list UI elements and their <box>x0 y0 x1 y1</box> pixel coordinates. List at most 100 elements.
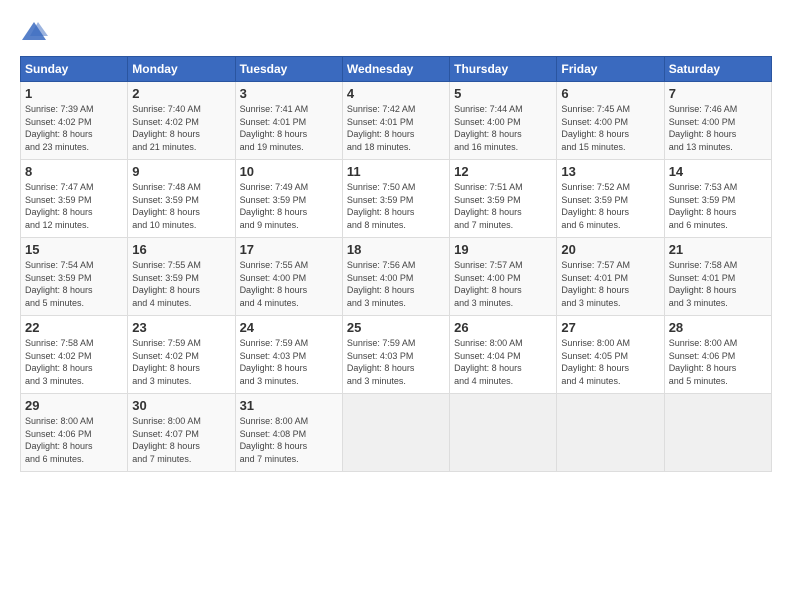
day-number: 3 <box>240 86 338 101</box>
day-info: Sunrise: 7:42 AM Sunset: 4:01 PM Dayligh… <box>347 103 445 153</box>
calendar-cell: 3 Sunrise: 7:41 AM Sunset: 4:01 PM Daylig… <box>235 82 342 160</box>
calendar-cell: 27 Sunrise: 8:00 AM Sunset: 4:05 PM Dayli… <box>557 316 664 394</box>
col-header-friday: Friday <box>557 57 664 82</box>
calendar-cell <box>342 394 449 472</box>
day-number: 19 <box>454 242 552 257</box>
day-info: Sunrise: 7:58 AM Sunset: 4:01 PM Dayligh… <box>669 259 767 309</box>
col-header-saturday: Saturday <box>664 57 771 82</box>
day-info: Sunrise: 7:39 AM Sunset: 4:02 PM Dayligh… <box>25 103 123 153</box>
day-number: 23 <box>132 320 230 335</box>
day-number: 26 <box>454 320 552 335</box>
day-info: Sunrise: 8:00 AM Sunset: 4:07 PM Dayligh… <box>132 415 230 465</box>
calendar-cell: 28 Sunrise: 8:00 AM Sunset: 4:06 PM Dayli… <box>664 316 771 394</box>
day-info: Sunrise: 7:55 AM Sunset: 4:00 PM Dayligh… <box>240 259 338 309</box>
day-number: 8 <box>25 164 123 179</box>
day-info: Sunrise: 7:58 AM Sunset: 4:02 PM Dayligh… <box>25 337 123 387</box>
day-number: 11 <box>347 164 445 179</box>
calendar-cell: 30 Sunrise: 8:00 AM Sunset: 4:07 PM Dayli… <box>128 394 235 472</box>
week-row-4: 22 Sunrise: 7:58 AM Sunset: 4:02 PM Dayli… <box>21 316 772 394</box>
day-info: Sunrise: 7:48 AM Sunset: 3:59 PM Dayligh… <box>132 181 230 231</box>
col-header-monday: Monday <box>128 57 235 82</box>
day-info: Sunrise: 7:55 AM Sunset: 3:59 PM Dayligh… <box>132 259 230 309</box>
calendar-cell: 4Sunrise: 7:42 AM Sunset: 4:01 PM Daylig… <box>342 82 449 160</box>
calendar-cell: 6 Sunrise: 7:45 AM Sunset: 4:00 PM Daylig… <box>557 82 664 160</box>
day-number: 22 <box>25 320 123 335</box>
day-info: Sunrise: 8:00 AM Sunset: 4:06 PM Dayligh… <box>25 415 123 465</box>
day-number: 14 <box>669 164 767 179</box>
calendar-cell: 19 Sunrise: 7:57 AM Sunset: 4:00 PM Dayli… <box>450 238 557 316</box>
calendar-cell: 24 Sunrise: 7:59 AM Sunset: 4:03 PM Dayli… <box>235 316 342 394</box>
calendar-cell: 8 Sunrise: 7:47 AM Sunset: 3:59 PM Daylig… <box>21 160 128 238</box>
calendar-cell: 29 Sunrise: 8:00 AM Sunset: 4:06 PM Dayli… <box>21 394 128 472</box>
week-row-5: 29 Sunrise: 8:00 AM Sunset: 4:06 PM Dayli… <box>21 394 772 472</box>
day-number: 10 <box>240 164 338 179</box>
calendar-cell: 23Sunrise: 7:59 AM Sunset: 4:02 PM Dayli… <box>128 316 235 394</box>
calendar-cell: 13 Sunrise: 7:52 AM Sunset: 3:59 PM Dayli… <box>557 160 664 238</box>
day-number: 21 <box>669 242 767 257</box>
day-number: 7 <box>669 86 767 101</box>
day-number: 13 <box>561 164 659 179</box>
day-info: Sunrise: 7:45 AM Sunset: 4:00 PM Dayligh… <box>561 103 659 153</box>
col-header-tuesday: Tuesday <box>235 57 342 82</box>
day-info: Sunrise: 8:00 AM Sunset: 4:06 PM Dayligh… <box>669 337 767 387</box>
week-row-3: 15 Sunrise: 7:54 AM Sunset: 3:59 PM Dayli… <box>21 238 772 316</box>
calendar-cell <box>450 394 557 472</box>
day-number: 5 <box>454 86 552 101</box>
day-number: 1 <box>25 86 123 101</box>
day-info: Sunrise: 8:00 AM Sunset: 4:08 PM Dayligh… <box>240 415 338 465</box>
day-number: 6 <box>561 86 659 101</box>
calendar-cell: 1 Sunrise: 7:39 AM Sunset: 4:02 PM Daylig… <box>21 82 128 160</box>
day-number: 16 <box>132 242 230 257</box>
day-number: 17 <box>240 242 338 257</box>
header-row: SundayMondayTuesdayWednesdayThursdayFrid… <box>21 57 772 82</box>
col-header-wednesday: Wednesday <box>342 57 449 82</box>
day-info: Sunrise: 8:00 AM Sunset: 4:05 PM Dayligh… <box>561 337 659 387</box>
col-header-thursday: Thursday <box>450 57 557 82</box>
day-info: Sunrise: 7:52 AM Sunset: 3:59 PM Dayligh… <box>561 181 659 231</box>
day-info: Sunrise: 7:41 AM Sunset: 4:01 PM Dayligh… <box>240 103 338 153</box>
calendar-cell: 9 Sunrise: 7:48 AM Sunset: 3:59 PM Daylig… <box>128 160 235 238</box>
calendar-cell: 25Sunrise: 7:59 AM Sunset: 4:03 PM Dayli… <box>342 316 449 394</box>
day-info: Sunrise: 7:50 AM Sunset: 3:59 PM Dayligh… <box>347 181 445 231</box>
calendar-cell <box>557 394 664 472</box>
logo-icon <box>20 18 48 46</box>
day-number: 29 <box>25 398 123 413</box>
calendar-cell: 15 Sunrise: 7:54 AM Sunset: 3:59 PM Dayli… <box>21 238 128 316</box>
calendar-cell: 18 Sunrise: 7:56 AM Sunset: 4:00 PM Dayli… <box>342 238 449 316</box>
day-info: Sunrise: 7:57 AM Sunset: 4:00 PM Dayligh… <box>454 259 552 309</box>
calendar-cell: 22 Sunrise: 7:58 AM Sunset: 4:02 PM Dayli… <box>21 316 128 394</box>
week-row-2: 8 Sunrise: 7:47 AM Sunset: 3:59 PM Daylig… <box>21 160 772 238</box>
day-number: 28 <box>669 320 767 335</box>
calendar-cell: 2Sunrise: 7:40 AM Sunset: 4:02 PM Daylig… <box>128 82 235 160</box>
day-number: 30 <box>132 398 230 413</box>
calendar-cell: 17 Sunrise: 7:55 AM Sunset: 4:00 PM Dayli… <box>235 238 342 316</box>
calendar-cell <box>664 394 771 472</box>
day-info: Sunrise: 7:54 AM Sunset: 3:59 PM Dayligh… <box>25 259 123 309</box>
day-info: Sunrise: 7:56 AM Sunset: 4:00 PM Dayligh… <box>347 259 445 309</box>
day-number: 24 <box>240 320 338 335</box>
day-number: 18 <box>347 242 445 257</box>
calendar-cell: 5Sunrise: 7:44 AM Sunset: 4:00 PM Daylig… <box>450 82 557 160</box>
day-number: 27 <box>561 320 659 335</box>
day-info: Sunrise: 7:51 AM Sunset: 3:59 PM Dayligh… <box>454 181 552 231</box>
calendar-cell: 14 Sunrise: 7:53 AM Sunset: 3:59 PM Dayli… <box>664 160 771 238</box>
header <box>20 18 772 46</box>
day-info: Sunrise: 7:40 AM Sunset: 4:02 PM Dayligh… <box>132 103 230 153</box>
day-number: 15 <box>25 242 123 257</box>
day-info: Sunrise: 7:53 AM Sunset: 3:59 PM Dayligh… <box>669 181 767 231</box>
week-row-1: 1 Sunrise: 7:39 AM Sunset: 4:02 PM Daylig… <box>21 82 772 160</box>
day-number: 12 <box>454 164 552 179</box>
calendar-page: SundayMondayTuesdayWednesdayThursdayFrid… <box>0 0 792 612</box>
day-number: 9 <box>132 164 230 179</box>
calendar-cell: 31 Sunrise: 8:00 AM Sunset: 4:08 PM Dayli… <box>235 394 342 472</box>
calendar-cell: 21 Sunrise: 7:58 AM Sunset: 4:01 PM Dayli… <box>664 238 771 316</box>
day-info: Sunrise: 7:47 AM Sunset: 3:59 PM Dayligh… <box>25 181 123 231</box>
day-info: Sunrise: 7:57 AM Sunset: 4:01 PM Dayligh… <box>561 259 659 309</box>
day-info: Sunrise: 8:00 AM Sunset: 4:04 PM Dayligh… <box>454 337 552 387</box>
calendar-cell: 10 Sunrise: 7:49 AM Sunset: 3:59 PM Dayli… <box>235 160 342 238</box>
day-info: Sunrise: 7:49 AM Sunset: 3:59 PM Dayligh… <box>240 181 338 231</box>
day-info: Sunrise: 7:59 AM Sunset: 4:03 PM Dayligh… <box>240 337 338 387</box>
day-number: 31 <box>240 398 338 413</box>
calendar-cell: 16 Sunrise: 7:55 AM Sunset: 3:59 PM Dayli… <box>128 238 235 316</box>
col-header-sunday: Sunday <box>21 57 128 82</box>
